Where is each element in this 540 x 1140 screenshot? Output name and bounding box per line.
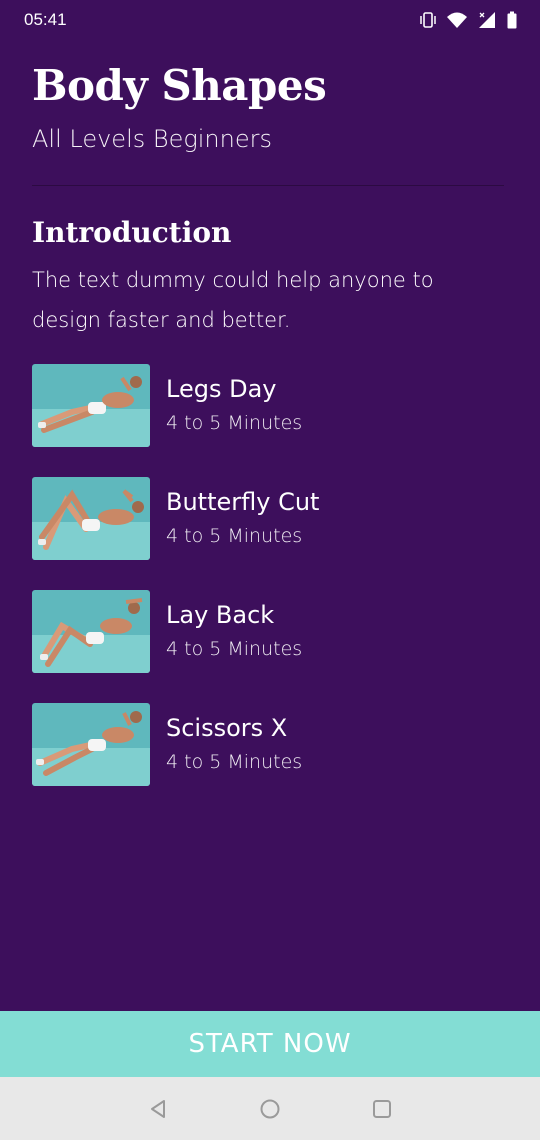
signal-icon (477, 11, 497, 29)
exercise-thumbnail (32, 364, 150, 447)
navigation-bar (0, 1077, 540, 1140)
exercise-item[interactable]: Legs Day 4 to 5 Minutes (32, 364, 502, 447)
exercise-item[interactable]: Lay Back 4 to 5 Minutes (32, 590, 502, 673)
exercise-name: Lay Back (166, 601, 275, 629)
exercise-list: Legs Day 4 to 5 Minutes Butterfly Cut 4 … (32, 364, 502, 816)
exercise-thumbnail (32, 703, 150, 786)
recents-icon[interactable] (371, 1098, 393, 1120)
introduction-title: Introduction (32, 216, 232, 249)
exercise-name: Scissors X (166, 714, 288, 742)
introduction-section: Introduction The text dummy could help a… (32, 214, 502, 340)
page-subtitle: All Levels Beginners (32, 125, 272, 153)
status-time: 05:41 (24, 10, 67, 29)
divider (32, 185, 504, 186)
exercise-item[interactable]: Butterfly Cut 4 to 5 Minutes (32, 477, 502, 560)
exercise-item[interactable]: Scissors X 4 to 5 Minutes (32, 703, 502, 786)
exercise-name: Legs Day (166, 375, 277, 403)
header: Body Shapes All Levels Beginners (32, 58, 512, 156)
status-icons (419, 11, 518, 29)
exercise-thumbnail (32, 590, 150, 673)
exercise-duration: 4 to 5 Minutes (166, 751, 303, 773)
introduction-text: The text dummy could help anyone to desi… (32, 268, 434, 332)
page-title: Body Shapes (32, 61, 327, 110)
home-icon[interactable] (259, 1098, 281, 1120)
exercise-duration: 4 to 5 Minutes (166, 525, 303, 547)
battery-icon (506, 11, 518, 29)
back-icon[interactable] (147, 1098, 169, 1120)
wifi-icon (446, 11, 468, 29)
vibrate-icon (419, 11, 437, 29)
start-now-button[interactable]: START NOW (0, 1011, 540, 1077)
exercise-duration: 4 to 5 Minutes (166, 638, 303, 660)
status-bar: 05:41 (0, 0, 540, 40)
exercise-duration: 4 to 5 Minutes (166, 412, 303, 434)
exercise-name: Butterfly Cut (166, 488, 320, 516)
exercise-thumbnail (32, 477, 150, 560)
